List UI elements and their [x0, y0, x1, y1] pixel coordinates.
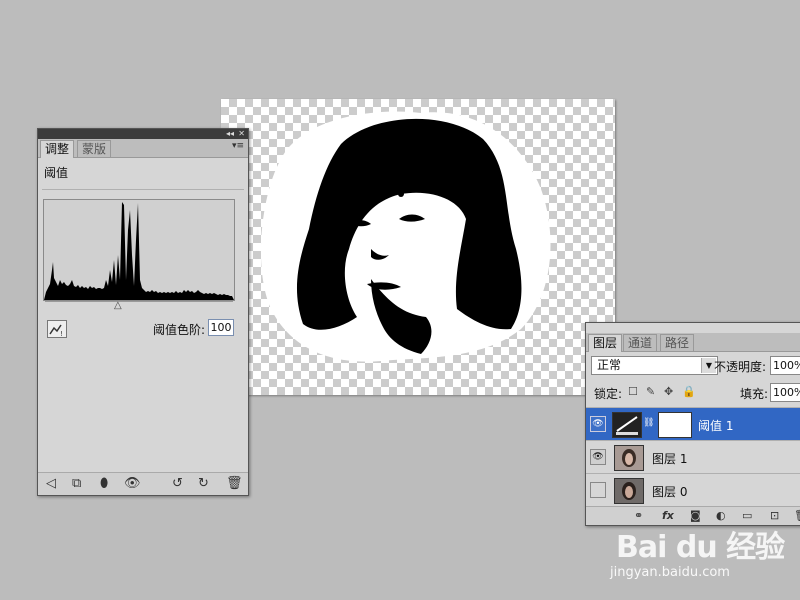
document-canvas[interactable] — [221, 99, 615, 395]
layer-row-layer0[interactable]: 图层 0 — [586, 473, 800, 506]
trash-icon[interactable]: 🗑 — [226, 476, 243, 492]
back-arrow-icon[interactable]: ◁ — [46, 476, 56, 492]
fill-input[interactable]: 100% — [770, 383, 800, 402]
tab-layers[interactable]: 图层 — [588, 334, 623, 352]
panel-topbar: ◂◂ ✕ — [38, 129, 248, 139]
layer-name: 图层 0 — [652, 485, 688, 499]
lock-transparent-icon[interactable]: ☐ — [628, 385, 638, 398]
adjustments-footer: ◁ ⧉ ⬮ 👁 ↺ ↻ 🗑 — [38, 472, 248, 495]
tab-masks[interactable]: 蒙版 — [77, 140, 112, 157]
link-layers-icon[interactable]: ⚭ — [634, 509, 643, 522]
fill-label: 填充: — [740, 387, 769, 401]
add-mask-icon[interactable]: ◙ — [690, 509, 701, 522]
close-icon[interactable]: ✕ — [238, 129, 245, 139]
layer-name: 图层 1 — [652, 452, 688, 466]
baidu-jingyan-watermark: Bai du 经验 — [616, 530, 785, 565]
adjustment-thumbnail[interactable] — [612, 412, 642, 438]
lock-all-icon[interactable]: 🔒 — [682, 385, 696, 398]
layer-thumbnail[interactable] — [614, 445, 644, 471]
divider — [42, 189, 244, 190]
layers-panel: 图层 通道 路径 正常 ▼ 不透明度: 100% 锁定: ☐ ✎ ✥ 🔒 填充:… — [585, 322, 800, 526]
panel-menu-icon[interactable]: ▾≡ — [232, 141, 244, 151]
threshold-level-input[interactable]: 100 — [208, 319, 234, 336]
adjustment-layer-icon[interactable]: ◐ — [716, 509, 726, 522]
blend-mode-value: 正常 — [597, 358, 622, 372]
watermark-url: jingyan.baidu.com — [610, 565, 730, 580]
trash-icon[interactable]: 🗑 — [794, 509, 800, 522]
layer-name: 阈值 1 — [698, 419, 734, 433]
layer-thumbnail[interactable] — [614, 478, 644, 504]
visibility-eye-icon[interactable]: 👁 — [124, 476, 141, 492]
threshold-portrait-image — [260, 111, 551, 362]
blend-mode-select[interactable]: 正常 ▼ — [591, 356, 718, 375]
opacity-input[interactable]: 100% — [770, 356, 800, 375]
tab-paths[interactable]: 路径 — [660, 334, 695, 351]
visibility-eye-icon[interactable]: 👁 — [590, 449, 606, 465]
reset-icon[interactable]: ↻ — [198, 476, 209, 492]
layers-tabs: 图层 通道 路径 — [586, 333, 800, 352]
view-previous-state-icon[interactable]: ↺ — [172, 476, 183, 492]
tab-adjustments[interactable]: 调整 — [40, 140, 75, 158]
threshold-slider-thumb[interactable]: △ — [114, 300, 122, 311]
histogram-graph — [44, 202, 234, 300]
visibility-eye-icon[interactable]: 👁 — [590, 416, 606, 432]
mask-thumbnail[interactable] — [658, 412, 692, 438]
expand-view-icon[interactable]: ⧉ — [72, 476, 81, 492]
layer-row-layer1[interactable]: 👁 图层 1 — [586, 440, 800, 473]
lock-image-brush-icon[interactable]: ✎ — [646, 385, 655, 398]
collapse-icon[interactable]: ◂◂ — [226, 129, 234, 139]
opacity-label: 不透明度: — [714, 360, 767, 374]
threshold-slider-track[interactable] — [45, 301, 233, 302]
lock-position-move-icon[interactable]: ✥ — [664, 385, 673, 398]
adjustments-tabs: 调整 蒙版 ▾≡ — [38, 139, 248, 158]
svg-text:!: ! — [60, 330, 63, 337]
clip-to-layer-icon[interactable]: ⬮ — [100, 476, 108, 492]
auto-calculate-icon[interactable]: ! — [47, 320, 67, 338]
new-group-folder-icon[interactable]: ▭ — [742, 509, 752, 522]
new-layer-icon[interactable]: ⊡ — [770, 509, 779, 522]
fx-icon[interactable]: fx — [662, 509, 674, 522]
threshold-level-label: 阈值色阶: — [153, 323, 206, 337]
histogram — [43, 199, 235, 301]
tab-channels[interactable]: 通道 — [623, 334, 658, 351]
layer-row-threshold[interactable]: 👁 ⛓ 阈值 1 — [586, 407, 800, 440]
lock-label: 锁定: — [594, 387, 623, 401]
adjustments-panel: ◂◂ ✕ 调整 蒙版 ▾≡ 阈值 △ ! 阈值色阶: 100 ◁ ⧉ ⬮ 👁 ↺… — [37, 128, 249, 496]
adjustment-title: 阈值 — [44, 166, 69, 180]
chain-link-icon[interactable]: ⛓ — [643, 418, 654, 428]
visibility-toggle-box[interactable] — [590, 482, 606, 498]
